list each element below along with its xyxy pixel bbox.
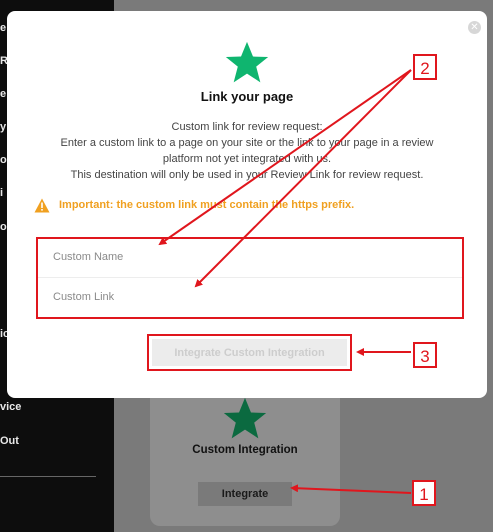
warning-text: Important: the custom link must contain … xyxy=(59,199,355,211)
sidebar-divider xyxy=(0,476,96,477)
description-line: Custom link for review request: xyxy=(171,121,323,133)
warning-notice: Important: the custom link must contain … xyxy=(34,197,354,213)
annotation-badge-1: 1 xyxy=(412,480,436,506)
warning-icon xyxy=(34,198,50,212)
sidebar-item-fragment[interactable]: vice xyxy=(0,401,21,413)
custom-link-row xyxy=(38,281,462,317)
description-line: This destination will only be used in yo… xyxy=(70,169,424,181)
custom-name-row xyxy=(38,241,462,278)
description-line: platform not yet integrated with us. xyxy=(162,153,332,165)
sidebar-item-fragment[interactable]: y xyxy=(0,121,6,133)
sidebar-item-fragment[interactable]: e xyxy=(0,88,6,100)
submit-highlight: Integrate Custom Integration xyxy=(147,334,352,371)
card-title: Custom Integration xyxy=(192,444,298,456)
annotation-badge-3: 3 xyxy=(413,342,437,368)
integrate-button[interactable]: Integrate xyxy=(198,482,292,506)
custom-link-input[interactable] xyxy=(51,281,435,313)
star-icon xyxy=(223,397,267,439)
sidebar-item-fragment[interactable]: o xyxy=(0,154,7,166)
modal-title: Link your page xyxy=(200,89,294,104)
sidebar-item-logout[interactable]: Out xyxy=(0,435,19,447)
integrate-custom-integration-button[interactable]: Integrate Custom Integration xyxy=(152,339,347,366)
sidebar-item-fragment[interactable]: e xyxy=(0,22,6,34)
custom-name-input[interactable] xyxy=(51,241,435,273)
close-icon[interactable]: ✕ xyxy=(468,21,481,34)
custom-fields-group xyxy=(36,237,464,319)
annotation-badge-2: 2 xyxy=(413,54,437,80)
custom-integration-card: Custom Integration Integrate xyxy=(150,378,340,526)
star-icon xyxy=(225,41,269,83)
description-line: Enter a custom link to a page on your si… xyxy=(60,137,434,149)
sidebar-item-fragment[interactable]: i xyxy=(0,187,3,199)
sidebar-item-fragment[interactable]: o xyxy=(0,221,7,233)
modal-description: Custom link for review request: Enter a … xyxy=(27,119,467,183)
